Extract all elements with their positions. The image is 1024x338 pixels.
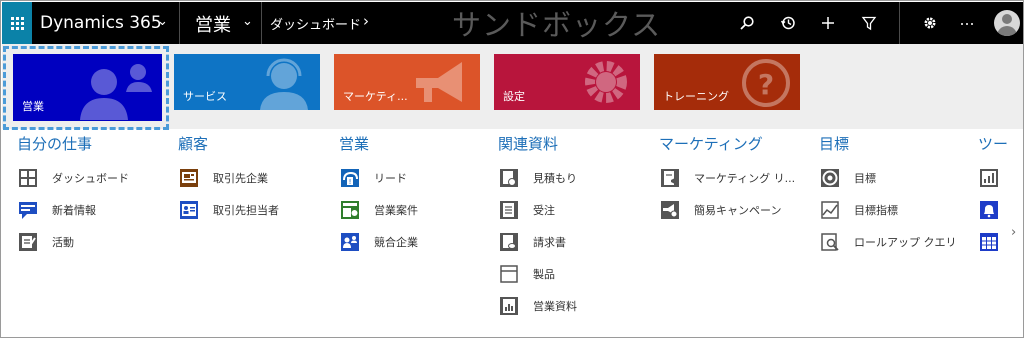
group-tools: ツー	[978, 133, 1009, 251]
chevron-down-icon[interactable]: ⌄	[242, 14, 253, 29]
app-launcher-button[interactable]	[2, 2, 32, 44]
svg-text:!: !	[349, 178, 352, 186]
breadcrumb[interactable]: ダッシュボード	[270, 14, 361, 33]
window: Dynamics 365 ⌄ 営業 ⌄ ダッシュボード › サンドボックス サー…	[0, 0, 1024, 338]
order-icon	[498, 199, 520, 221]
tile-label: マーケティ...	[343, 90, 408, 103]
goal-icon	[819, 167, 841, 189]
group-sales: 営業 ! リード 営業案件 競合企業	[339, 133, 418, 251]
nav-item-competitors[interactable]: 競合企業	[339, 229, 418, 255]
marketing-list-icon	[659, 167, 681, 189]
gear-icon[interactable]	[919, 12, 941, 34]
gear-icon	[585, 61, 627, 103]
tile-settings[interactable]: 設定	[494, 54, 640, 110]
nav-item-activities[interactable]: 活動	[17, 229, 74, 255]
nav-item-invoices[interactable]: 請求書	[498, 229, 566, 255]
scroll-right-icon[interactable]: ›	[1011, 225, 1016, 240]
nav-item-alerts[interactable]	[978, 197, 1013, 223]
question-icon: ?	[742, 59, 790, 107]
quick-campaign-icon	[659, 199, 681, 221]
nav-item-rollup-queries[interactable]: ロールアップ クエリ	[819, 229, 957, 255]
group-title: 自分の仕事	[17, 135, 93, 153]
sandbox-watermark: サンドボックス	[452, 8, 662, 42]
nav-item-dashboard[interactable]: ダッシュボード	[17, 165, 129, 191]
group-goals: 目標 目標 目標指標 ロールアップ クエリ	[819, 133, 957, 251]
product-icon	[498, 263, 520, 285]
waffle-icon	[10, 16, 24, 30]
nav-item-goals[interactable]: 目標	[819, 165, 876, 191]
quote-icon	[498, 167, 520, 189]
activity-icon	[17, 231, 39, 253]
sales-literature-icon	[498, 295, 520, 317]
filter-icon[interactable]	[858, 12, 880, 34]
nav-item-opportunities[interactable]: 営業案件	[339, 197, 418, 223]
nav-item-contacts[interactable]: 取引先担当者	[178, 197, 279, 223]
divider	[261, 2, 262, 44]
tile-service[interactable]: サービス	[174, 54, 320, 110]
nav-item-calendar[interactable]	[978, 229, 1013, 255]
rollup-query-icon	[819, 231, 841, 253]
contact-icon	[178, 199, 200, 221]
more-icon[interactable]	[956, 12, 978, 34]
dashboard-icon	[17, 167, 39, 189]
account-icon	[178, 167, 200, 189]
chevron-right-icon[interactable]: ›	[363, 12, 369, 30]
group-my-work: 自分の仕事 ダッシュボード 新着情報 活動	[17, 133, 129, 251]
group-marketing: マーケティング マーケティング リ... 簡易キャンペーン	[659, 133, 795, 219]
divider	[899, 2, 900, 44]
report-icon	[978, 167, 1000, 189]
tile-training[interactable]: ? トレーニング	[654, 54, 800, 110]
megaphone-icon	[416, 62, 462, 102]
nav-item-marketing-lists[interactable]: マーケティング リ...	[659, 165, 795, 191]
nav-item-reports[interactable]	[978, 165, 1013, 191]
search-icon[interactable]	[736, 12, 758, 34]
group-title: ツー	[978, 135, 1009, 153]
tile-marketing[interactable]: マーケティ...	[334, 54, 480, 110]
goal-metric-icon	[819, 199, 841, 221]
nav-item-news[interactable]: 新着情報	[17, 197, 96, 223]
lead-icon: !	[339, 167, 361, 189]
app-name[interactable]: Dynamics 365	[40, 13, 162, 33]
group-customers: 顧客 取引先企業 取引先担当者	[178, 133, 279, 219]
user-avatar[interactable]	[994, 10, 1020, 36]
group-title: 関連資料	[498, 135, 559, 153]
group-title: 営業	[339, 135, 370, 153]
nav-item-orders[interactable]: 受注	[498, 197, 555, 223]
plus-icon[interactable]	[817, 12, 839, 34]
invoice-icon	[498, 231, 520, 253]
group-title: マーケティング	[659, 135, 763, 153]
tile-label: トレーニング	[663, 90, 729, 103]
headset-icon	[260, 58, 308, 110]
nav-item-leads[interactable]: ! リード	[339, 165, 407, 191]
nav-item-sales-literature[interactable]: 営業資料	[498, 293, 577, 319]
top-nav-bar: Dynamics 365 ⌄ 営業 ⌄ ダッシュボード › サンドボックス	[2, 2, 1023, 44]
chevron-down-icon[interactable]: ⌄	[157, 14, 168, 29]
opportunity-icon	[339, 199, 361, 221]
news-icon	[17, 199, 39, 221]
alert-icon	[978, 199, 1000, 221]
nav-item-quick-campaigns[interactable]: 簡易キャンペーン	[659, 197, 781, 223]
tile-label: 設定	[503, 90, 525, 103]
selected-tile-highlight	[3, 46, 169, 130]
nav-item-products[interactable]: 製品	[498, 261, 555, 287]
group-title: 顧客	[178, 135, 209, 153]
tile-label: サービス	[183, 90, 227, 103]
nav-item-accounts[interactable]: 取引先企業	[178, 165, 268, 191]
divider	[179, 2, 180, 44]
group-title: 目標	[819, 135, 850, 153]
area-name[interactable]: 営業	[195, 11, 231, 37]
svg-text:?: ?	[758, 68, 774, 101]
group-collateral: 関連資料 見積もり 受注 請求書 製品 営業資料	[498, 133, 577, 315]
history-icon[interactable]	[777, 12, 799, 34]
competitor-icon	[339, 231, 361, 253]
nav-item-quotes[interactable]: 見積もり	[498, 165, 577, 191]
nav-item-goal-metrics[interactable]: 目標指標	[819, 197, 898, 223]
calendar-icon	[978, 231, 1000, 253]
